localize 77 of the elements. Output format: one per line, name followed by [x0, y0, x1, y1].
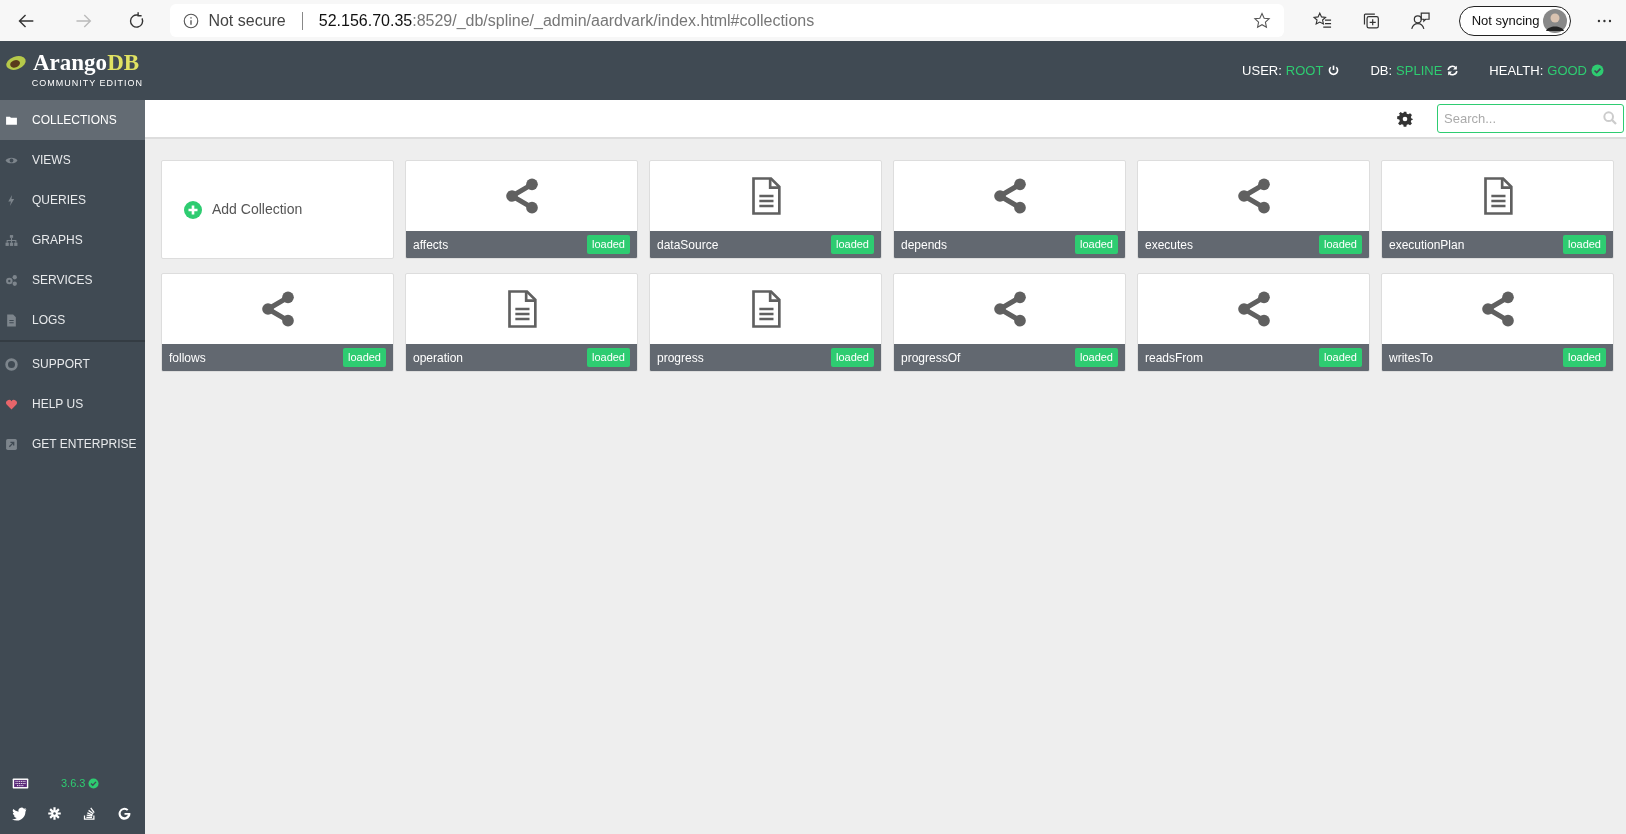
- sidebar-item[interactable]: QUERIES: [0, 180, 145, 220]
- status-value: ROOT: [1285, 61, 1324, 80]
- collection-name: writesTo: [1389, 349, 1433, 367]
- plus-circle-icon: [184, 200, 202, 219]
- status-badge: loaded: [1074, 348, 1118, 367]
- status-badge: loaded: [830, 235, 874, 254]
- collection-card[interactable]: dataSource loaded: [649, 160, 882, 259]
- avatar-icon: [1543, 8, 1568, 33]
- collection-card[interactable]: progressOf loaded: [893, 273, 1126, 372]
- search-icon: [1602, 110, 1618, 126]
- collection-card[interactable]: affects loaded: [405, 160, 638, 259]
- collection-card[interactable]: follows loaded: [161, 273, 394, 372]
- settings-icon[interactable]: [1397, 110, 1413, 127]
- sidebar-item[interactable]: HELP US: [0, 384, 145, 424]
- collection-name: executionPlan: [1389, 236, 1465, 254]
- status-badge: loaded: [1318, 348, 1362, 367]
- status-value: GOOD: [1547, 61, 1587, 80]
- sitemap-icon: [5, 233, 18, 247]
- status-badge: loaded: [586, 348, 630, 367]
- gears-icon: [5, 273, 18, 287]
- gear-icon[interactable]: [47, 806, 62, 821]
- refresh-icon[interactable]: [1446, 64, 1460, 77]
- edition-label: COMMUNITY EDITION: [31, 76, 143, 90]
- heart-icon: [5, 397, 18, 411]
- star-icon[interactable]: [1252, 10, 1273, 31]
- collection-name: operation: [413, 349, 464, 367]
- collection-card[interactable]: executes loaded: [1137, 160, 1370, 259]
- status-label: USER:: [1242, 61, 1282, 80]
- check-circle-icon: [88, 778, 100, 789]
- status-label: DB:: [1370, 61, 1393, 80]
- collection-name: dataSource: [657, 236, 719, 254]
- file-icon: [5, 313, 18, 327]
- sidebar-item[interactable]: GRAPHS: [0, 220, 145, 260]
- collection-card[interactable]: readsFrom loaded: [1137, 273, 1370, 372]
- collection-name: progress: [657, 349, 704, 367]
- collection-card[interactable]: writesTo loaded: [1381, 273, 1614, 372]
- collection-card[interactable]: executionPlan loaded: [1381, 160, 1614, 259]
- collection-name: readsFrom: [1145, 349, 1203, 367]
- collection-name: follows: [169, 349, 206, 367]
- status-badge: loaded: [830, 348, 874, 367]
- version-label: 3.6.3: [61, 776, 86, 792]
- external-link-icon: [5, 437, 18, 451]
- bird-icon[interactable]: [12, 806, 27, 821]
- check-circle-icon: [1591, 64, 1604, 77]
- collection-card[interactable]: depends loaded: [893, 160, 1126, 259]
- sidebar-item[interactable]: VIEWS: [0, 140, 145, 180]
- profile-button[interactable]: Not syncing: [1458, 5, 1572, 36]
- status-badge: loaded: [586, 235, 630, 254]
- stack-icon[interactable]: [82, 806, 97, 821]
- status-badge: loaded: [1074, 235, 1118, 254]
- collection-name: executes: [1145, 236, 1194, 254]
- status-label: HEALTH:: [1489, 61, 1544, 80]
- power-icon[interactable]: [1327, 64, 1341, 77]
- sidebar-item[interactable]: GET ENTERPRISE: [0, 424, 145, 464]
- address-bar[interactable]: Not secure 52.156.70.35:8529/_db/spline/_admin/aardvark/index.html#collections: [170, 4, 1285, 37]
- search-field[interactable]: Search...: [1437, 104, 1624, 133]
- collection-name: depends: [901, 236, 948, 254]
- status-badge: loaded: [1562, 235, 1606, 254]
- sidebar-item[interactable]: SERVICES: [0, 260, 145, 300]
- g-letter-icon[interactable]: [117, 806, 132, 821]
- collection-card[interactable]: operation loaded: [405, 273, 638, 372]
- info-icon[interactable]: [182, 11, 201, 30]
- lifebuoy-icon: [5, 357, 18, 371]
- status-badge: loaded: [1318, 235, 1362, 254]
- sidebar-item[interactable]: SUPPORT: [0, 344, 145, 384]
- collection-name: affects: [413, 236, 449, 254]
- logo-text: ArangoDB: [33, 50, 140, 74]
- add-collection-card[interactable]: Add Collection: [161, 160, 394, 259]
- url-text: 52.156.70.35:8529/_db/spline/_admin/aardvark/index.html#collections: [318, 10, 815, 31]
- sidebar-item[interactable]: COLLECTIONS: [0, 100, 145, 140]
- status-badge: loaded: [342, 348, 386, 367]
- sidebar-item[interactable]: LOGS: [0, 300, 145, 340]
- collection-card[interactable]: progress loaded: [649, 273, 882, 372]
- security-label: Not secure: [208, 10, 286, 31]
- status-badge: loaded: [1562, 348, 1606, 367]
- collection-name: progressOf: [901, 349, 961, 367]
- status-value: SPLINE: [1396, 61, 1443, 80]
